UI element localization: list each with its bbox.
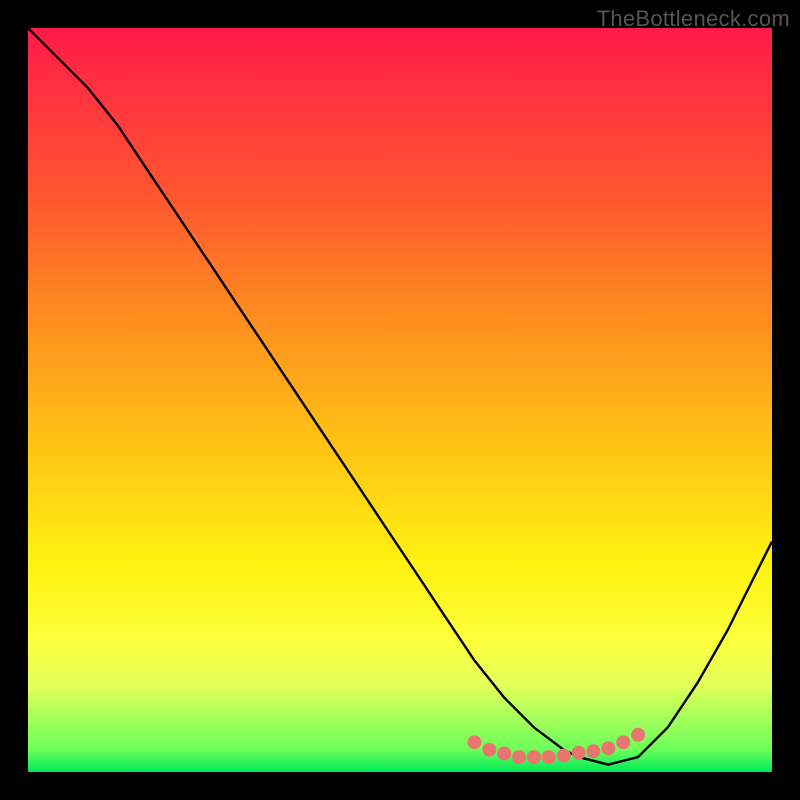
highlight-dot <box>467 735 481 749</box>
curve-line <box>28 28 772 765</box>
chart-svg <box>28 28 772 772</box>
highlight-dot <box>482 743 496 757</box>
plot-area <box>28 28 772 772</box>
highlight-dot <box>616 735 630 749</box>
highlight-dot <box>572 746 586 760</box>
highlight-dot <box>497 746 511 760</box>
highlight-dot <box>557 749 571 763</box>
highlight-dot <box>542 750 556 764</box>
highlight-dot <box>512 750 526 764</box>
highlight-dots <box>467 728 645 764</box>
chart-stage: TheBottleneck.com <box>0 0 800 800</box>
highlight-dot <box>601 741 615 755</box>
highlight-dot <box>527 750 541 764</box>
highlight-dot <box>631 728 645 742</box>
highlight-dot <box>586 744 600 758</box>
